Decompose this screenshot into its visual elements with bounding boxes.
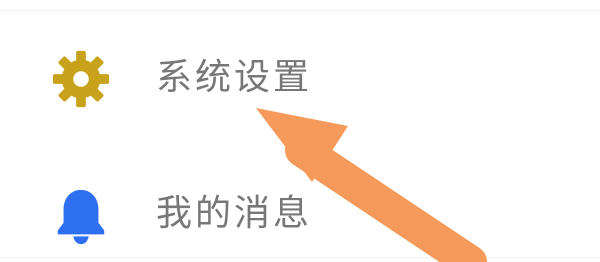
divider <box>0 257 600 258</box>
menu-item-system-settings[interactable]: 系统设置 <box>0 36 600 122</box>
gear-icon <box>50 48 112 110</box>
menu-item-label: 系统设置 <box>156 57 313 98</box>
menu-list: 系统设置 我的消息 <box>0 0 600 262</box>
menu-item-label: 我的消息 <box>156 193 313 234</box>
menu-item-my-messages[interactable]: 我的消息 <box>0 172 600 258</box>
divider <box>0 10 600 11</box>
bell-icon <box>50 184 112 246</box>
